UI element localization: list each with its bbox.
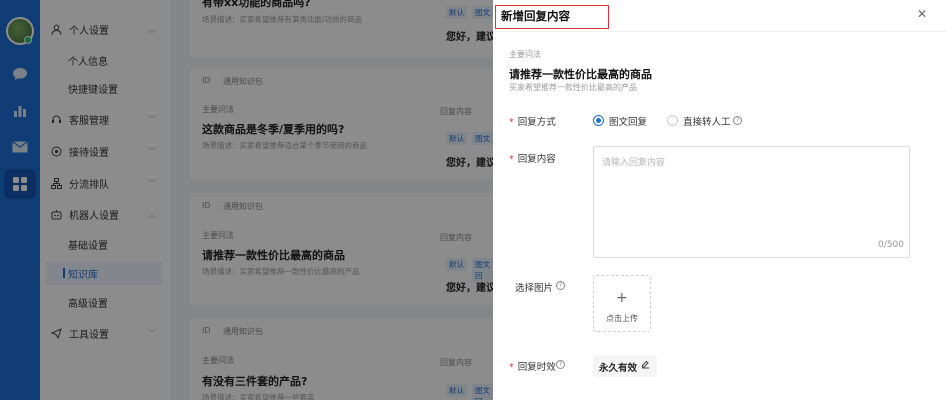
reply-content-textarea[interactable]: 请输入回复内容 0/500 bbox=[593, 146, 910, 258]
close-icon[interactable]: ✕ bbox=[917, 7, 927, 21]
modal-backdrop[interactable] bbox=[0, 0, 493, 400]
help-icon[interactable]: ? bbox=[556, 281, 565, 290]
reply-mode-label: * 回复方式 bbox=[509, 117, 556, 128]
radio-image-text-reply[interactable] bbox=[593, 115, 604, 126]
question-section-label: 主要问法 bbox=[509, 50, 541, 59]
image-label: 选择图片 bbox=[515, 283, 554, 294]
upload-label: 点击上传 bbox=[606, 314, 638, 323]
plus-icon: + bbox=[616, 290, 628, 306]
radio-transfer-human[interactable] bbox=[667, 115, 678, 126]
divider bbox=[493, 31, 946, 32]
help-icon[interactable]: ? bbox=[556, 360, 565, 369]
validity-selector[interactable]: 永久有效 bbox=[593, 355, 657, 377]
image-upload-button[interactable]: + 点击上传 bbox=[593, 275, 651, 332]
radio-label: 图文回复 bbox=[609, 117, 648, 128]
char-count: 0/500 bbox=[878, 240, 904, 250]
help-icon[interactable]: ? bbox=[733, 116, 742, 125]
scene-text: 买家希望推荐一款性价比最高的产品 bbox=[509, 83, 637, 92]
textarea-placeholder: 请输入回复内容 bbox=[602, 158, 666, 168]
validity-value: 永久有效 bbox=[599, 363, 638, 374]
edit-icon[interactable] bbox=[641, 360, 650, 372]
radio-label: 直接转人工 bbox=[683, 117, 731, 128]
drawer-title: 新增回复内容 bbox=[501, 9, 570, 23]
question-text: 请推荐一款性价比最高的商品 bbox=[509, 68, 652, 81]
validity-label: * 回复时效 bbox=[509, 362, 556, 373]
add-reply-drawer: 新增回复内容 ✕ 主要问法 请推荐一款性价比最高的商品 买家希望推荐一款性价比最… bbox=[493, 0, 946, 400]
reply-content-label: * 回复内容 bbox=[509, 154, 556, 165]
